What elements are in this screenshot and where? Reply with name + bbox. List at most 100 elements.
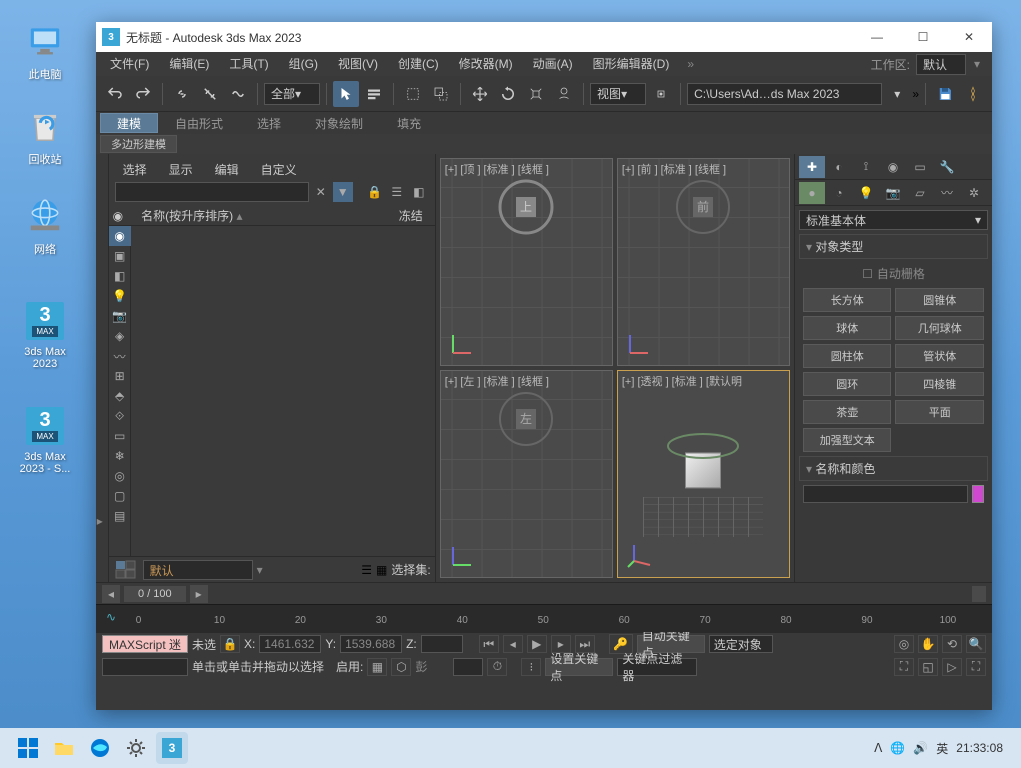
tray-network-icon[interactable]: 🌐 <box>890 741 905 755</box>
filter-hidden-icon[interactable]: ◎ <box>109 466 131 486</box>
filter-helper-icon[interactable]: ◈ <box>109 326 131 346</box>
chevron-down-icon[interactable]: ▾ <box>966 57 988 71</box>
maxscript-listener[interactable]: MAXScript 迷 <box>102 635 188 653</box>
menu-graph[interactable]: 图形编辑器(D) <box>583 52 680 76</box>
timeslider-prev[interactable]: ◂ <box>102 585 120 603</box>
btn-cone[interactable]: 圆锥体 <box>895 288 984 312</box>
lock-selection-icon[interactable]: 🔒 <box>220 635 240 653</box>
helpers-icon[interactable]: ▱ <box>907 182 933 204</box>
maximize-button[interactable]: ☐ <box>900 22 946 52</box>
btn-textplus[interactable]: 加强型文本 <box>803 428 892 452</box>
scene-search-input[interactable] <box>115 182 309 202</box>
tray-time[interactable]: 21:33:08 <box>956 741 1003 755</box>
rollout-name-color[interactable]: 名称和颜色 <box>799 456 988 481</box>
systems-icon[interactable]: ✲ <box>961 182 987 204</box>
pivot-button[interactable] <box>648 81 674 107</box>
tray-chevron-icon[interactable]: ᐱ <box>874 741 882 755</box>
object-color-swatch[interactable] <box>972 485 984 503</box>
chevron-down-icon[interactable]: ▾ <box>884 81 910 107</box>
viewport-left[interactable]: [+] [左 ] [标准 ] [线框 ] 左 <box>440 370 613 578</box>
desktop-3dsmax[interactable]: 3MAX 3ds Max 2023 <box>15 300 75 370</box>
timeslider-next[interactable]: ▸ <box>190 585 208 603</box>
btn-geosphere[interactable]: 几何球体 <box>895 316 984 340</box>
display-tab-icon[interactable]: ▭ <box>907 156 933 178</box>
set-key-button[interactable]: 设置关键点 <box>545 658 613 676</box>
ref-coord-system[interactable]: 视图 ▾ <box>590 83 646 105</box>
scene-default-dropdown[interactable]: 默认 <box>143 560 253 580</box>
system-tray[interactable]: ᐱ 🌐 🔊 英 21:33:08 <box>866 740 1011 757</box>
zoom-all-icon[interactable]: ◱ <box>918 658 938 676</box>
timeslider-end[interactable] <box>972 586 986 602</box>
geometry-icon[interactable]: ● <box>799 182 825 204</box>
scene-tab-edit[interactable]: 编辑 <box>211 159 243 180</box>
timeslider-position[interactable]: 0 / 100 <box>124 586 186 602</box>
redo-button[interactable] <box>130 81 156 107</box>
viewport-front[interactable]: [+] [前 ] [标准 ] [线框 ] 前 <box>617 158 790 366</box>
close-button[interactable]: ✕ <box>946 22 992 52</box>
workspace-selector[interactable]: 默认 <box>916 54 966 75</box>
filter-frozen-icon[interactable]: ❄ <box>109 446 131 466</box>
shapes-icon[interactable]: ◔ <box>826 182 852 204</box>
filter-camera-icon[interactable]: 📷 <box>109 306 131 326</box>
globe-icon[interactable]: ◉ <box>113 209 123 223</box>
filter-xref-icon[interactable]: ⬘ <box>109 386 131 406</box>
isolate-icon[interactable]: ◎ <box>894 635 914 653</box>
menu-group[interactable]: 组(G) <box>279 52 328 76</box>
pan-icon[interactable]: ✋ <box>918 635 938 653</box>
taskbar-edge[interactable] <box>84 732 116 764</box>
time-config-icon[interactable]: ⏱ <box>487 658 507 676</box>
desktop-recycle-bin[interactable]: 回收站 <box>15 105 75 167</box>
window-crossing-button[interactable] <box>428 81 454 107</box>
save-button[interactable] <box>932 81 958 107</box>
tray-ime[interactable]: 英 <box>936 740 948 757</box>
play-icon[interactable]: ▶ <box>527 635 547 653</box>
maxscript-input[interactable] <box>102 658 188 676</box>
enable-snap-icon[interactable]: ▦ <box>367 658 387 676</box>
column-name[interactable]: 名称(按升序排序) ▴ <box>123 207 391 224</box>
timeline[interactable]: ∿ 0 10 20 30 40 50 60 70 80 90 100 <box>96 604 992 632</box>
taskbar-explorer[interactable] <box>48 732 80 764</box>
bind-button[interactable] <box>225 81 251 107</box>
select-object-button[interactable] <box>333 81 359 107</box>
taskbar-3dsmax[interactable]: 3 <box>156 732 188 764</box>
minimize-button[interactable]: — <box>854 22 900 52</box>
isolate-icon[interactable]: ▦ <box>376 563 387 577</box>
menu-file[interactable]: 文件(F) <box>100 52 159 76</box>
curve-icon[interactable]: ∿ <box>106 610 124 628</box>
btn-cylinder[interactable]: 圆柱体 <box>803 344 892 368</box>
rect-select-button[interactable] <box>400 81 426 107</box>
autogrid-checkbox[interactable]: ☐自动栅格 <box>803 263 984 284</box>
motion-tab-icon[interactable]: ◉ <box>880 156 906 178</box>
desktop-network[interactable]: 网络 <box>15 195 75 257</box>
view-icon[interactable]: ◧ <box>409 182 429 202</box>
goto-start-icon[interactable]: ⏮ <box>479 635 499 653</box>
menu-views[interactable]: 视图(V) <box>328 52 388 76</box>
btn-pyramid[interactable]: 四棱锥 <box>895 372 984 396</box>
subtab-polygon-modeling[interactable]: 多边形建模 <box>100 135 177 153</box>
scene-tab-display[interactable]: 显示 <box>165 159 197 180</box>
key-filters[interactable]: 关键点过滤器 <box>617 658 697 676</box>
coord-x[interactable]: 1461.632 <box>259 635 321 653</box>
tray-volume-icon[interactable]: 🔊 <box>913 741 928 755</box>
viewcube-left[interactable]: 左 <box>496 389 556 449</box>
lights-icon[interactable]: 💡 <box>853 182 879 204</box>
scale-button[interactable] <box>523 81 549 107</box>
viewcube-top[interactable]: 上 <box>496 177 556 237</box>
btn-sphere[interactable]: 球体 <box>803 316 892 340</box>
filter-container-icon[interactable]: ▭ <box>109 426 131 446</box>
btn-teapot[interactable]: 茶壶 <box>803 400 892 424</box>
viewcube-front[interactable]: 前 <box>673 177 733 237</box>
filter-group-icon[interactable]: ⊞ <box>109 366 131 386</box>
scene-list-body[interactable] <box>131 226 435 556</box>
spacewarps-icon[interactable]: 〰 <box>934 182 960 204</box>
menu-create[interactable]: 创建(C) <box>388 52 449 76</box>
cameras-icon[interactable]: 📷 <box>880 182 906 204</box>
taskbar-settings[interactable] <box>120 732 152 764</box>
filter-light-icon[interactable]: 💡 <box>109 286 131 306</box>
filter-bone-icon[interactable]: ⟐ <box>109 406 131 426</box>
toolbar-overflow-icon[interactable]: » <box>912 87 919 101</box>
link-button[interactable] <box>169 81 195 107</box>
settings-button[interactable] <box>960 81 986 107</box>
coord-z[interactable] <box>421 635 463 653</box>
create-subcategory[interactable]: 标准基本体▾ <box>799 210 988 230</box>
